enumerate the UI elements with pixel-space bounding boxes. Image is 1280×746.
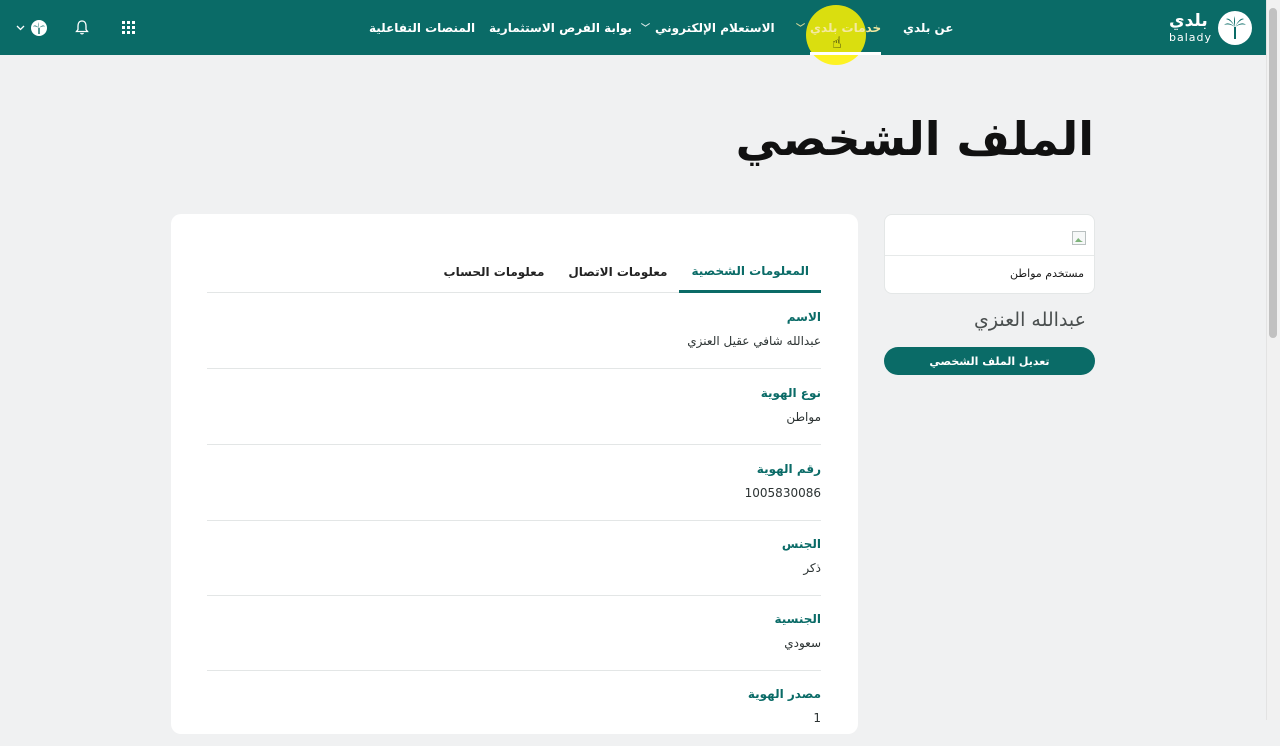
profile-tabs: المعلومات الشخصية معلومات الاتصال معلوما…: [207, 251, 821, 293]
nav-link-label: خدمات بلدي: [810, 20, 882, 35]
tab-contact-info[interactable]: معلومات الاتصال: [556, 251, 679, 293]
field-name: الاسم عبدالله شافي عقيل العنزي: [207, 293, 821, 369]
field-value: 1005830086: [744, 486, 821, 500]
user-menu-chevron-icon[interactable]: [14, 15, 26, 41]
nav-link-label: بوابة الفرص الاستثمارية: [489, 20, 633, 35]
nav-link-services[interactable]: ﹀ خدمات بلدي: [796, 0, 882, 55]
field-nationality: الجنسية سعودي: [207, 595, 821, 671]
nav-link-label: الاستعلام الإلكتروني: [655, 20, 775, 35]
nav-link-label: المنصات التفاعلية: [369, 20, 476, 35]
avatar-image: [1072, 231, 1086, 245]
field-id-type: نوع الهوية مواطن: [207, 369, 821, 445]
field-label: الجنسية: [774, 612, 821, 626]
user-type-label: مستخدم مواطن: [1010, 267, 1084, 280]
field-value: مواطن: [786, 410, 821, 424]
page-scrollbar[interactable]: [1266, 0, 1280, 720]
tab-personal-info[interactable]: المعلومات الشخصية: [679, 251, 821, 293]
nav-link-interactive-platforms[interactable]: المنصات التفاعلية: [369, 0, 475, 55]
profile-card: مستخدم مواطن: [884, 214, 1095, 294]
field-value: 1: [813, 711, 821, 725]
card-divider: [885, 255, 1094, 256]
brand-wordmark: بلدي balady: [1168, 11, 1212, 44]
nav-link-e-inquiry[interactable]: ﹀ الاستعلام الإلكتروني: [641, 0, 775, 55]
field-gender: الجنس ذكر: [207, 520, 821, 596]
edit-profile-button[interactable]: تعديل الملف الشخصي: [884, 347, 1095, 375]
field-label: مصدر الهوية: [747, 687, 821, 701]
apps-grid-icon[interactable]: [115, 15, 141, 41]
field-id-source: مصدر الهوية 1: [207, 670, 821, 746]
field-value: عبدالله شافي عقيل العنزي: [687, 334, 821, 348]
chevron-down-icon: ﹀: [796, 24, 806, 34]
field-id-number: رقم الهوية 1005830086: [207, 445, 821, 521]
nav-link-label: عن بلدي: [903, 20, 954, 35]
tab-account-info[interactable]: معلومات الحساب: [432, 251, 557, 293]
brand-name-ar: بلدي: [1168, 11, 1208, 31]
profile-info-panel: المعلومات الشخصية معلومات الاتصال معلوما…: [171, 214, 858, 734]
scrollbar-thumb[interactable]: [1269, 8, 1277, 338]
field-label: نوع الهوية: [760, 386, 821, 400]
nav-link-about[interactable]: عن بلدي: [903, 0, 954, 55]
nav-link-investment-portal[interactable]: بوابة الفرص الاستثمارية: [489, 0, 632, 55]
brand-logo-link[interactable]: بلدي balady: [1169, 9, 1252, 47]
brand-name-en: balady: [1168, 31, 1212, 44]
field-label: رقم الهوية: [756, 462, 821, 476]
palm-logo-icon: [1218, 11, 1252, 45]
top-navbar: بلدي balady عن بلدي ﹀ خدمات بلدي ﹀ الاست…: [0, 0, 1266, 65]
chevron-down-icon: ﹀: [641, 24, 651, 34]
field-label: الجنس: [781, 537, 821, 551]
active-nav-underline: [810, 52, 882, 55]
profile-user-name: عبدالله العنزي: [974, 309, 1086, 331]
bell-icon[interactable]: [69, 15, 95, 41]
user-account-icon[interactable]: [26, 15, 52, 41]
header-tools: [14, 0, 141, 55]
field-value: سعودي: [784, 636, 821, 650]
field-value: ذكر: [803, 561, 821, 575]
page-title: الملف الشخصي: [735, 112, 1094, 166]
field-label: الاسم: [786, 310, 821, 324]
